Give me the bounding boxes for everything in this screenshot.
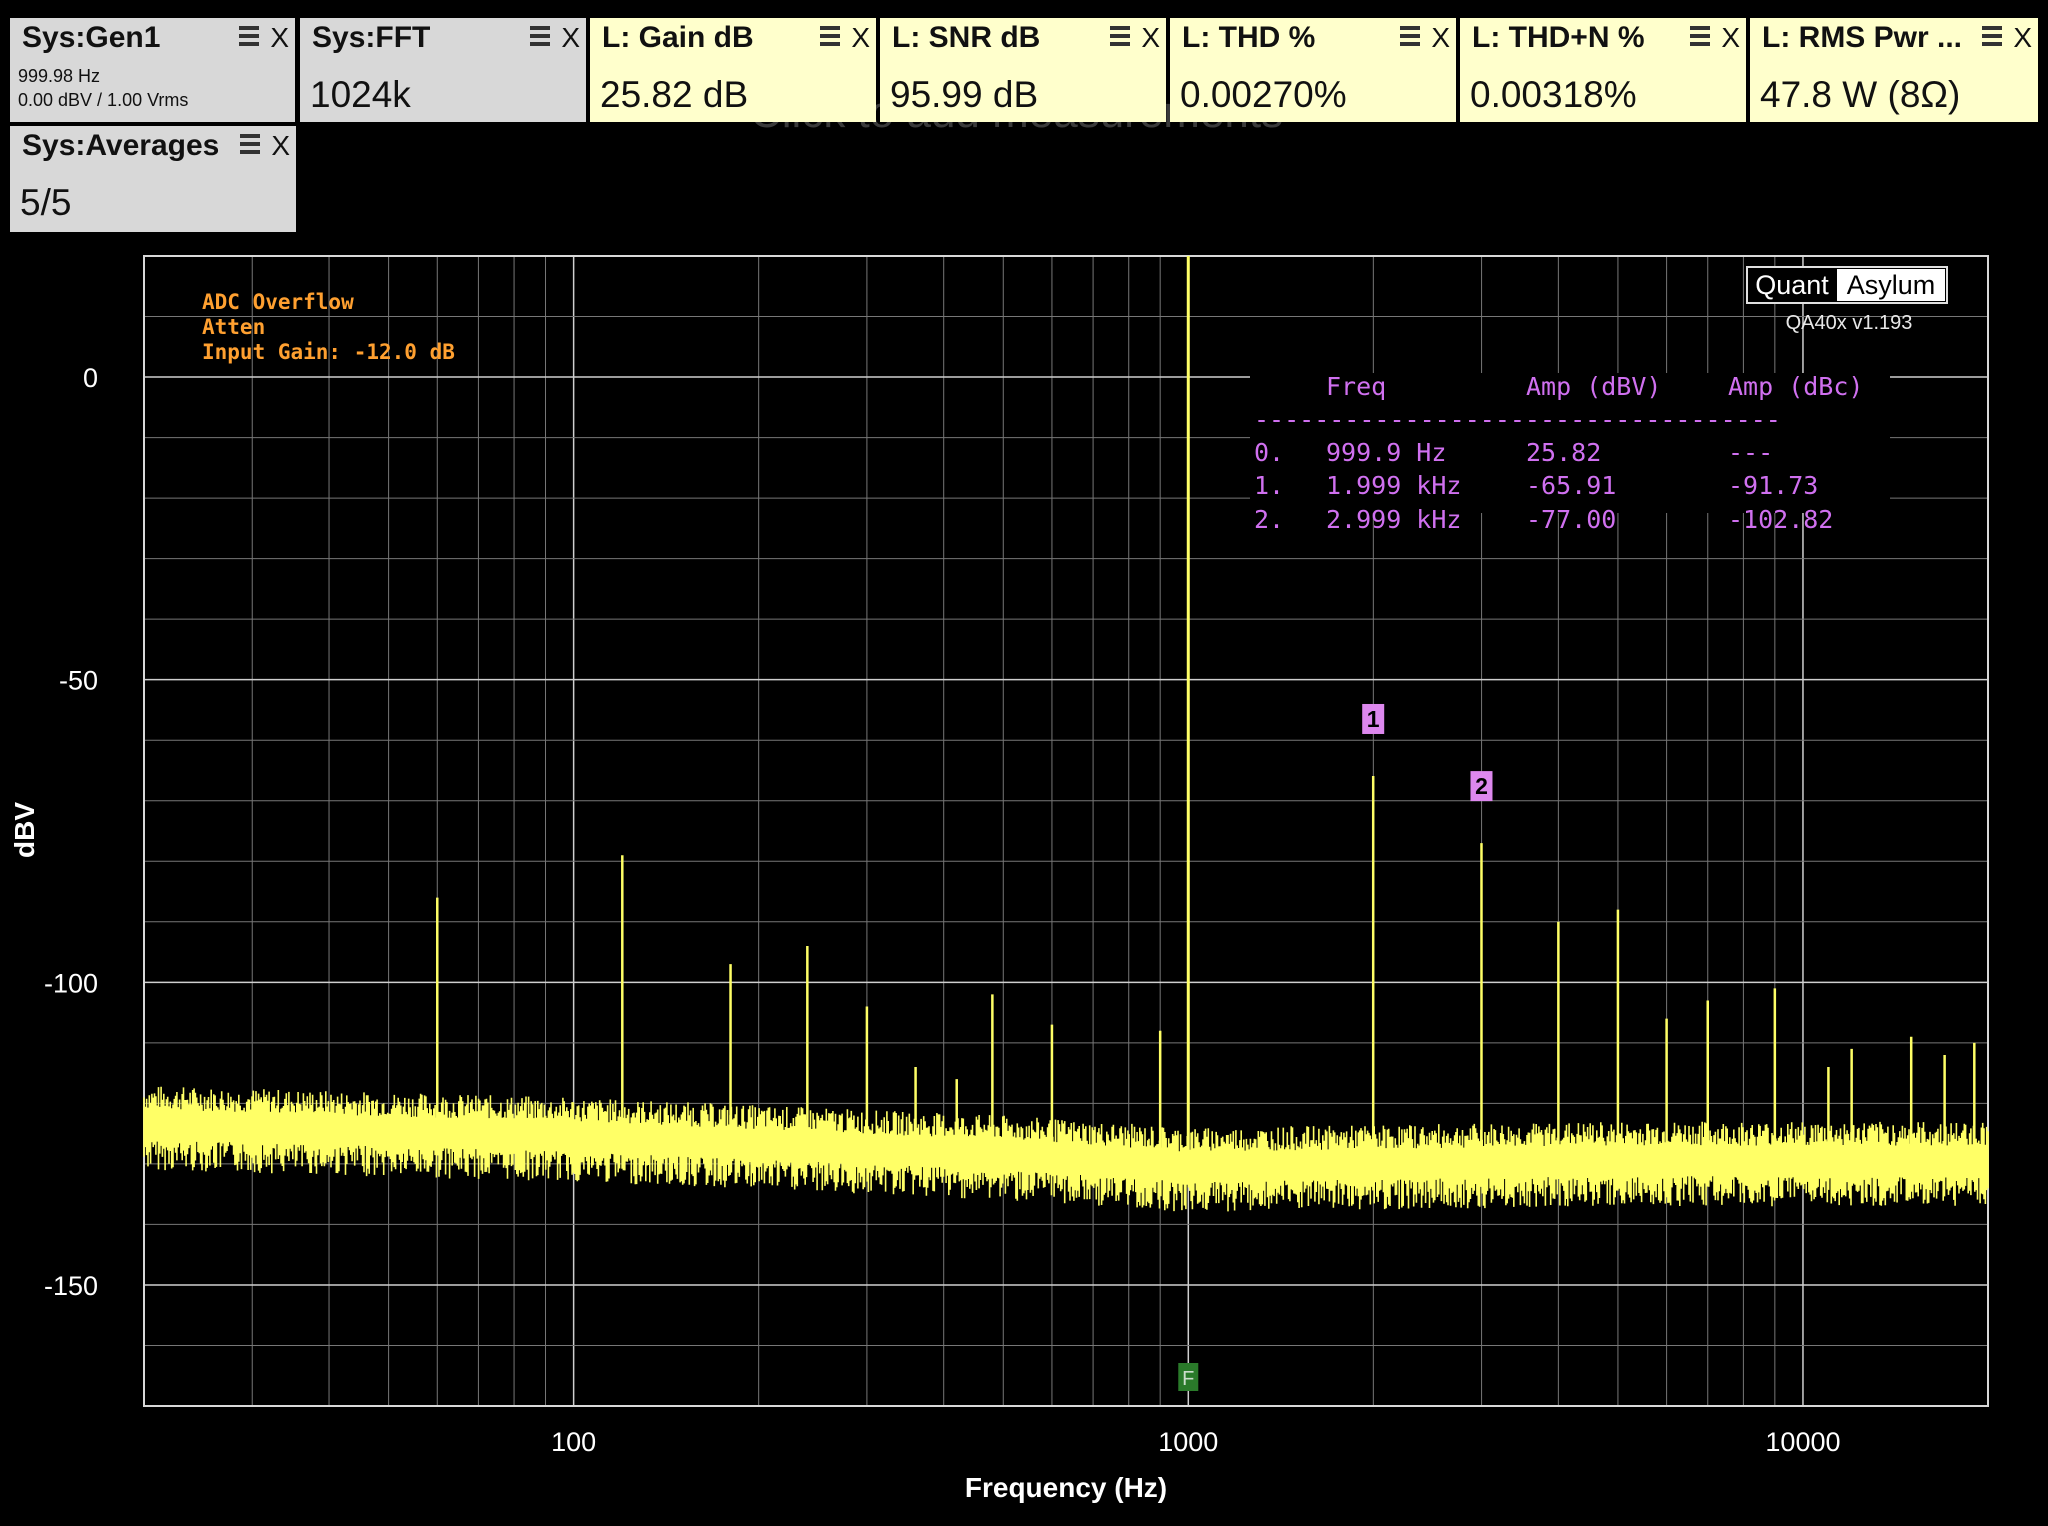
gen-level: 0.00 dBV / 1.00 Vrms: [18, 90, 189, 110]
tile-value: 0.00318%: [1470, 74, 1637, 115]
table-dbc: -102.82: [1728, 505, 1833, 534]
tile-fft[interactable]: Sys:FFT X 1024k: [300, 18, 586, 122]
x-tick-label: 10000: [1765, 1427, 1840, 1457]
menu-icon[interactable]: [1400, 26, 1420, 48]
menu-icon[interactable]: [1110, 26, 1130, 48]
y-tick-label: -150: [44, 1271, 98, 1301]
tile-value: 0.00270%: [1180, 74, 1347, 115]
tile-value: 1024k: [310, 74, 411, 115]
tile-averages[interactable]: Sys:Averages X 5/5: [10, 126, 296, 232]
tile-thdn[interactable]: L: THD+N % X 0.00318%: [1460, 18, 1746, 122]
harmonic-markers: 1 2 F: [1178, 703, 1493, 1391]
tile-rms-power[interactable]: L: RMS Pwr ... X 47.8 W (8Ω): [1750, 18, 2038, 122]
tile-thd[interactable]: L: THD % X 0.00270%: [1170, 18, 1456, 122]
close-icon[interactable]: X: [2013, 22, 2032, 54]
table-header: Amp (dBc): [1728, 372, 1863, 401]
tile-gen1[interactable]: Sys:Gen1 X 999.98 Hz 0.00 dBV / 1.00 Vrm…: [10, 18, 295, 122]
table-dbv: -65.91: [1526, 471, 1616, 500]
close-icon[interactable]: X: [851, 22, 870, 54]
marker-label: 1: [1367, 706, 1380, 732]
close-icon[interactable]: X: [1721, 22, 1740, 54]
tile-value: 95.99 dB: [890, 74, 1039, 115]
tile-title: L: RMS Pwr ...: [1762, 21, 1963, 54]
tile-value: 25.82 dB: [600, 74, 749, 115]
status-line: ADC Overflow: [202, 290, 354, 314]
menu-icon[interactable]: [240, 134, 260, 156]
table-freq: 1.999 kHz: [1326, 471, 1461, 500]
status-line: Input Gain: -12.0 dB: [202, 340, 455, 364]
brand-version: QA40x v1.193: [1786, 312, 1913, 334]
close-icon[interactable]: X: [561, 22, 580, 54]
tile-title: L: SNR dB: [892, 21, 1041, 54]
status-box: ADC Overflow Atten Input Gain: -12.0 dB: [202, 290, 455, 364]
measurement-tiles: Click to add measurements Sys:Gen1 X 999…: [0, 0, 2048, 240]
y-tick-label: 0: [83, 363, 98, 393]
marker-label: 2: [1475, 773, 1488, 799]
x-axis-label: Frequency (Hz): [965, 1472, 1167, 1503]
tile-title: Sys:FFT: [312, 21, 431, 54]
table-dbv: 25.82: [1526, 438, 1601, 467]
menu-icon[interactable]: [1690, 26, 1710, 48]
fundamental-marker-label: F: [1182, 1368, 1194, 1390]
menu-icon[interactable]: [820, 26, 840, 48]
menu-icon[interactable]: [530, 26, 550, 48]
tile-title: L: THD+N %: [1472, 21, 1645, 54]
tile-title: L: THD %: [1182, 21, 1316, 54]
x-tick-label: 1000: [1158, 1427, 1218, 1457]
table-dbv: -77.00: [1526, 505, 1616, 534]
tile-title: Sys:Gen1: [22, 21, 161, 54]
fft-spectrum-chart[interactable]: 100 1000 10000 0 -50 -100 -150 1 2 F ADC Overflo…: [0, 240, 2048, 1526]
tile-value: 5/5: [20, 182, 72, 223]
y-tick-label: -50: [59, 666, 98, 696]
table-index: 1.: [1254, 471, 1284, 500]
y-tick-label: -100: [44, 968, 98, 998]
table-index: 0.: [1254, 438, 1284, 467]
tile-title: Sys:Averages: [22, 129, 220, 162]
tile-value: 47.8 W (8Ω): [1760, 74, 1961, 115]
table-dbc: -91.73: [1728, 471, 1818, 500]
gen-frequency: 999.98 Hz: [18, 66, 101, 86]
tile-title: L: Gain dB: [602, 21, 754, 54]
table-header: Amp (dBV): [1526, 372, 1661, 401]
y-axis-label: dBV: [9, 802, 40, 858]
close-icon[interactable]: X: [1141, 22, 1160, 54]
table-separator: -----------------------------------: [1254, 405, 1781, 434]
brand-right: Asylum: [1847, 270, 1936, 300]
close-icon[interactable]: X: [270, 22, 289, 54]
tile-snr[interactable]: L: SNR dB X 95.99 dB: [880, 18, 1166, 122]
table-header: Freq: [1326, 372, 1386, 401]
x-tick-label: 100: [551, 1427, 596, 1457]
close-icon[interactable]: X: [271, 130, 290, 162]
table-freq: 999.9 Hz: [1326, 438, 1446, 467]
tile-gain[interactable]: L: Gain dB X 25.82 dB: [590, 18, 876, 122]
status-line: Atten: [202, 315, 265, 339]
table-index: 2.: [1254, 505, 1284, 534]
brand-left: Quant: [1755, 270, 1829, 300]
noise-floor: [143, 1086, 1989, 1212]
close-icon[interactable]: X: [1431, 22, 1450, 54]
brand-logo: Quant Asylum QA40x v1.193: [1746, 266, 1948, 334]
table-freq: 2.999 kHz: [1326, 505, 1461, 534]
table-dbc: ---: [1728, 438, 1773, 467]
menu-icon[interactable]: [1982, 26, 2002, 48]
menu-icon[interactable]: [239, 26, 259, 48]
harmonic-table: Freq Amp (dBV) Amp (dBc) ---------------…: [1250, 372, 1890, 534]
